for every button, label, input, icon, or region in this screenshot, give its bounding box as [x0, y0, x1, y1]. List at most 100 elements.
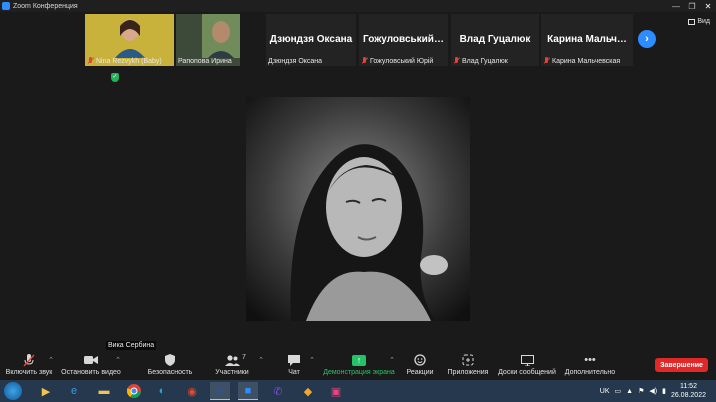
minimize-button[interactable]: —: [668, 0, 684, 12]
share-screen-icon-wrap: ↑: [352, 353, 366, 367]
participant-name-tag: Карина Мальчевская: [543, 57, 620, 65]
participant-tile[interactable]: Гожуловський… Гожуловський Юрій: [359, 14, 448, 66]
share-options-caret[interactable]: ⌃: [389, 353, 395, 379]
view-label: Вид: [697, 18, 710, 25]
meeting-toolbar: Включить звук ⌃ Остановить видео ⌃ Безоп…: [0, 352, 716, 380]
volume-icon[interactable]: ◀): [649, 387, 657, 395]
participants-count: 7: [242, 354, 246, 361]
internet-explorer-icon[interactable]: e: [64, 382, 84, 400]
participant-tile[interactable]: Карина Мальч… Карина Мальчевская: [541, 14, 633, 66]
file-explorer-icon[interactable]: ▬: [94, 382, 114, 400]
mic-muted-icon: [361, 57, 368, 65]
window-title: Zoom Конференция: [13, 2, 78, 10]
participant-name-tag: Гожуловський Юрій: [361, 57, 433, 65]
chevron-up-icon: ⌃: [258, 357, 264, 364]
chat-bubble-icon: [288, 353, 300, 367]
mic-muted-icon: [543, 57, 550, 65]
media-player-icon[interactable]: ▶: [36, 382, 56, 400]
network-icon[interactable]: ▮: [662, 387, 666, 395]
chevron-up-icon: ⌃: [389, 357, 395, 364]
edge-icon[interactable]: ◐: [152, 382, 172, 400]
participant-display-name: Влад Гуцалюк: [459, 34, 531, 45]
participant-name-tag: Дзюндзя Оксана: [268, 58, 322, 65]
reactions-button[interactable]: Реакции: [406, 353, 434, 379]
participant-strip: Nina Rezvykh (Baby) Рапопова Ирина Дзюнд…: [0, 12, 716, 68]
security-label: Безопасность: [147, 369, 193, 376]
apps-button[interactable]: Приложения: [446, 353, 490, 379]
participant-name: Дзюндзя Оксана: [268, 58, 323, 65]
keyboard-icon[interactable]: ▭: [615, 387, 622, 395]
participant-tile[interactable]: Дзюндзя Оксана Дзюндзя Оксана: [266, 14, 356, 66]
active-speaker-name: Вика Сербина: [106, 341, 157, 350]
close-window-button[interactable]: ✕: [700, 0, 716, 12]
stop-video-button[interactable]: Остановить видео: [61, 353, 121, 379]
more-dots-icon: •••: [584, 354, 596, 366]
language-indicator[interactable]: UK: [600, 388, 610, 395]
share-screen-label: Демонстрация экрана: [323, 369, 395, 376]
participants-label: Участники: [215, 369, 249, 376]
chat-label: Чат: [288, 369, 300, 376]
clock[interactable]: 11:52 26.08.2022: [671, 382, 706, 400]
grid-view-icon: [688, 18, 696, 25]
maximize-button[interactable]: ❐: [684, 0, 700, 12]
start-button[interactable]: [4, 382, 22, 400]
security-button[interactable]: Безопасность: [147, 353, 193, 379]
audio-options-caret[interactable]: ⌃: [48, 353, 54, 379]
participant-tile[interactable]: Влад Гуцалюк Влад Гуцалюк: [451, 14, 539, 66]
clock-date: 26.08.2022: [670, 392, 706, 399]
viber-icon[interactable]: ✆: [268, 382, 288, 400]
zoom-taskbar-icon[interactable]: ■: [238, 382, 258, 400]
next-page-button[interactable]: ›: [638, 30, 656, 48]
active-speaker-view: ✓ Вика Сербина: [104, 68, 612, 352]
video-options-caret[interactable]: ⌃: [115, 353, 121, 379]
chat-button[interactable]: Чат: [284, 353, 304, 379]
view-button[interactable]: Вид: [688, 18, 710, 25]
participant-display-name: Дзюндзя Оксана: [269, 34, 353, 45]
participant-name: Влад Гуцалюк: [462, 57, 508, 65]
whiteboard-label: Доски сообщений: [498, 369, 556, 376]
title-bar: Zoom Конференция — ❐ ✕: [0, 0, 716, 12]
participant-video: [202, 14, 240, 58]
chat-options-caret[interactable]: ⌃: [309, 353, 315, 379]
more-button[interactable]: ••• Дополнительно: [564, 353, 616, 379]
save-app-icon[interactable]: ▣: [326, 382, 346, 400]
ccleaner-icon[interactable]: ◉: [182, 382, 202, 400]
participant-tile[interactable]: Nina Rezvykh (Baby): [85, 14, 174, 66]
video-camera-icon: [84, 353, 98, 367]
tray-expand-icon[interactable]: ▲: [626, 388, 633, 395]
clock-time: 11:52: [679, 383, 697, 390]
word-icon[interactable]: W: [210, 382, 230, 400]
participant-tile[interactable]: Рапопова Ирина: [176, 14, 240, 66]
chrome-icon[interactable]: [124, 382, 144, 400]
shield-icon: [165, 353, 175, 367]
share-screen-button[interactable]: ↑ Демонстрация экрана: [323, 353, 395, 379]
participants-icon: [224, 353, 240, 367]
whiteboard-icon: [520, 353, 534, 367]
end-meeting-button[interactable]: Завершение: [655, 358, 708, 372]
profile-photo-image: [246, 97, 470, 321]
flag-icon[interactable]: ⚑: [638, 387, 644, 395]
windows-taskbar: ▶ e ▬ ◐ ◉ W ■ ✆ ◆ ▣ UK ▭ ▲ ⚑ ◀) ▮ 11:52 …: [0, 380, 716, 402]
participants-options-caret[interactable]: ⌃: [258, 353, 264, 379]
chevron-up-icon: ⌃: [48, 357, 54, 364]
mic-muted-icon: [453, 57, 460, 65]
smiley-plus-icon: [414, 353, 426, 367]
participant-name-tag: Влад Гуцалюк: [453, 57, 508, 65]
encryption-shield-icon[interactable]: ✓: [111, 73, 119, 82]
system-tray: UK ▭ ▲ ⚑ ◀) ▮ 11:52 26.08.2022: [600, 380, 716, 402]
unmute-button[interactable]: Включить звук: [6, 353, 52, 379]
participant-name: Рапопова Ирина: [178, 58, 232, 65]
mic-muted-icon: [87, 57, 94, 65]
more-label: Дополнительно: [564, 369, 616, 376]
chevron-up-icon: ⌃: [309, 357, 315, 364]
mic-off-icon: [23, 353, 35, 367]
zoom-app-icon: [2, 2, 10, 10]
whiteboard-button[interactable]: Доски сообщений: [497, 353, 557, 379]
participant-video: [115, 19, 145, 58]
unmute-label: Включить звук: [5, 369, 53, 376]
participant-name: Nina Rezvykh (Baby): [96, 57, 162, 65]
participant-display-name: Гожуловський…: [363, 34, 444, 45]
vpn-icon[interactable]: ◆: [298, 382, 318, 400]
chevron-right-icon: ›: [645, 33, 649, 45]
speaker-profile-photo: [246, 97, 470, 321]
